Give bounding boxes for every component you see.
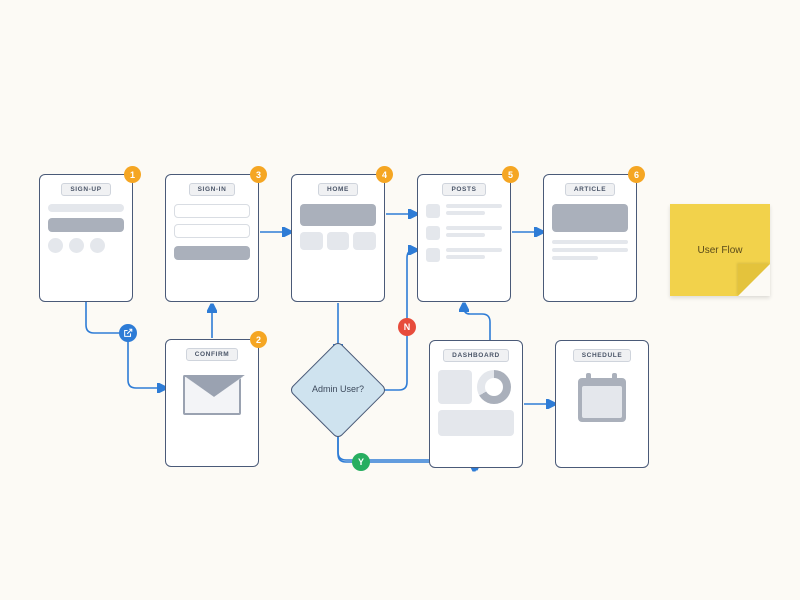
wireframe-tiles [300, 232, 376, 250]
badge-4: 4 [376, 166, 393, 183]
edge-action-icon [119, 324, 137, 342]
badge-6: 6 [628, 166, 645, 183]
node-home-label: HOME [318, 183, 358, 196]
envelope-icon [183, 375, 241, 415]
node-signup[interactable]: 1 SIGN-UP [39, 174, 133, 302]
wireframe-panel [438, 410, 514, 436]
external-link-icon [123, 328, 133, 338]
node-dashboard-label: DASHBOARD [443, 349, 509, 362]
wireframe-button [48, 218, 124, 232]
node-article[interactable]: 6 ARTICLE [543, 174, 637, 302]
node-article-label: ARTICLE [565, 183, 615, 196]
badge-1: 1 [124, 166, 141, 183]
donut-icon [477, 370, 511, 404]
wireframe-list-item [426, 248, 502, 262]
edge-label-yes: Y [352, 453, 370, 471]
badge-5: 5 [502, 166, 519, 183]
node-confirm[interactable]: 2 CONFIRM [165, 339, 259, 467]
node-dashboard[interactable]: DASHBOARD [429, 340, 523, 468]
wireframe-dots [48, 238, 124, 253]
node-signup-label: SIGN-UP [61, 183, 110, 196]
node-schedule[interactable]: SCHEDULE [555, 340, 649, 468]
wireframe-list-item [426, 204, 502, 218]
node-schedule-label: SCHEDULE [573, 349, 632, 362]
wireframe-dashboard-row [438, 370, 514, 404]
calendar-icon [578, 378, 626, 422]
decision-admin-user-label: Admin User? [293, 384, 383, 394]
node-posts-label: POSTS [442, 183, 485, 196]
node-signin-label: SIGN-IN [189, 183, 236, 196]
sticky-note-text: User Flow [670, 204, 770, 296]
wireframe-hero [300, 204, 376, 226]
sticky-note[interactable]: User Flow [670, 204, 770, 296]
wireframe-input [174, 204, 250, 218]
wireframe-image [552, 204, 628, 232]
badge-3: 3 [250, 166, 267, 183]
badge-2: 2 [250, 331, 267, 348]
node-confirm-label: CONFIRM [186, 348, 239, 361]
node-home[interactable]: 4 HOME [291, 174, 385, 302]
node-posts[interactable]: 5 POSTS [417, 174, 511, 302]
wireframe-line [48, 204, 124, 212]
edge-label-no: N [398, 318, 416, 336]
wireframe-list-item [426, 226, 502, 240]
node-signin[interactable]: 3 SIGN-IN [165, 174, 259, 302]
wireframe-button [174, 246, 250, 260]
wireframe-input [174, 224, 250, 238]
wireframe-paragraph [552, 240, 628, 260]
